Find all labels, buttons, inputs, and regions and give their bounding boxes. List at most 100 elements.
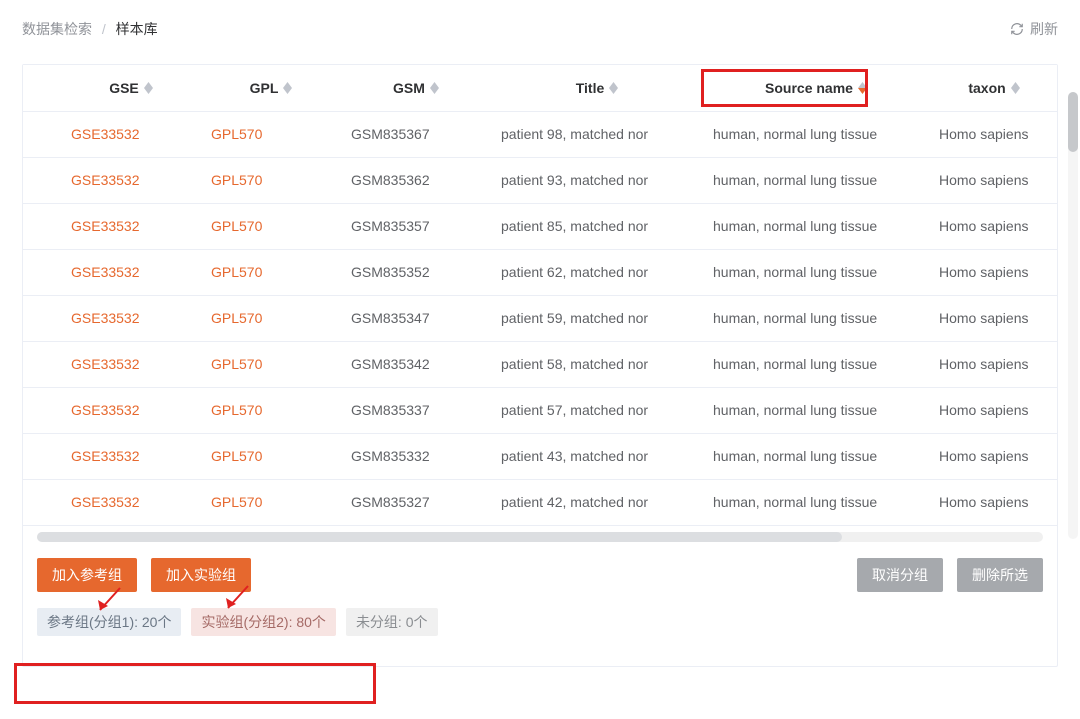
refresh-icon bbox=[1010, 22, 1024, 36]
vertical-scrollbar[interactable] bbox=[1068, 92, 1078, 539]
source-cell: human, normal lung tissue bbox=[703, 387, 929, 433]
horizontal-scrollbar-thumb[interactable] bbox=[37, 532, 842, 542]
source-cell: human, normal lung tissue bbox=[703, 203, 929, 249]
gsm-cell: GSM835332 bbox=[341, 433, 491, 479]
title-cell: patient 43, matched nor bbox=[491, 433, 703, 479]
breadcrumb-parent[interactable]: 数据集检索 bbox=[22, 21, 92, 37]
refresh-label: 刷新 bbox=[1030, 19, 1058, 39]
row-checkbox-cell[interactable] bbox=[23, 295, 61, 341]
gse-link[interactable]: GSE33532 bbox=[71, 310, 140, 326]
gse-link[interactable]: GSE33532 bbox=[71, 172, 140, 188]
gse-link[interactable]: GSE33532 bbox=[71, 218, 140, 234]
gpl-link[interactable]: GPL570 bbox=[211, 126, 262, 142]
gpl-link[interactable]: GPL570 bbox=[211, 264, 262, 280]
sort-icon bbox=[144, 82, 153, 94]
add-experiment-group-button[interactable]: 加入实验组 bbox=[151, 558, 251, 592]
taxon-cell: Homo sapiens bbox=[929, 157, 1057, 203]
source-cell: human, normal lung tissue bbox=[703, 341, 929, 387]
row-checkbox-cell[interactable] bbox=[23, 433, 61, 479]
taxon-cell: Homo sapiens bbox=[929, 111, 1057, 157]
delete-selected-button[interactable]: 删除所选 bbox=[957, 558, 1043, 592]
breadcrumb: 数据集检索 / 样本库 bbox=[22, 19, 158, 39]
gpl-link[interactable]: GPL570 bbox=[211, 402, 262, 418]
table-card: GSE GPL bbox=[22, 64, 1058, 667]
gse-link[interactable]: GSE33532 bbox=[71, 126, 140, 142]
row-checkbox-cell[interactable] bbox=[23, 387, 61, 433]
gse-link[interactable]: GSE33532 bbox=[71, 448, 140, 464]
unassigned-badge: 未分组: 0个 bbox=[346, 608, 438, 636]
gpl-link[interactable]: GPL570 bbox=[211, 310, 262, 326]
title-cell: patient 59, matched nor bbox=[491, 295, 703, 341]
data-table: GSE GPL bbox=[23, 65, 1057, 526]
gsm-cell: GSM835327 bbox=[341, 479, 491, 525]
table-row[interactable]: GSE33532 GPL570 GSM835357patient 85, match… bbox=[23, 203, 1057, 249]
title-cell: patient 58, matched nor bbox=[491, 341, 703, 387]
taxon-cell: Homo sapiens bbox=[929, 295, 1057, 341]
source-cell: human, normal lung tissue bbox=[703, 479, 929, 525]
table-row[interactable]: GSE33532GPL570GSM835337patient 57, match… bbox=[23, 387, 1057, 433]
table-row[interactable]: GSE33532 GPL570 GSM835327patient 42, match… bbox=[23, 479, 1057, 525]
column-header-gsm[interactable]: GSM bbox=[341, 65, 491, 111]
title-cell: patient 93, matched nor bbox=[491, 157, 703, 203]
gpl-link[interactable]: GPL570 bbox=[211, 172, 262, 188]
row-checkbox-cell[interactable] bbox=[23, 479, 61, 525]
row-checkbox-cell[interactable] bbox=[23, 157, 61, 203]
row-checkbox-cell[interactable] bbox=[23, 341, 61, 387]
column-header-source-label: Source name bbox=[765, 80, 853, 96]
table-row[interactable]: GSE33532 GPL570 GSM835367patient 98, match… bbox=[23, 111, 1057, 157]
gse-link[interactable]: GSE33532 bbox=[71, 402, 140, 418]
gpl-link[interactable]: GPL570 bbox=[211, 448, 262, 464]
row-checkbox-cell[interactable] bbox=[23, 249, 61, 295]
column-header-gse[interactable]: GSE bbox=[61, 65, 201, 111]
title-cell: patient 62, matched nor bbox=[491, 249, 703, 295]
table-row[interactable]: GSE33532GPL570GSM835342patient 58, match… bbox=[23, 341, 1057, 387]
gse-link[interactable]: GSE33532 bbox=[71, 264, 140, 280]
table-row[interactable]: GSE33532 GPL570 GSM835352patient 62, match… bbox=[23, 249, 1057, 295]
gpl-link[interactable]: GPL570 bbox=[211, 218, 262, 234]
source-cell: human, normal lung tissue bbox=[703, 249, 929, 295]
gsm-cell: GSM835357 bbox=[341, 203, 491, 249]
gsm-cell: GSM835367 bbox=[341, 111, 491, 157]
column-header-gsm-label: GSM bbox=[393, 80, 425, 96]
gsm-cell: GSM835362 bbox=[341, 157, 491, 203]
column-header-title-label: Title bbox=[576, 80, 605, 96]
refresh-button[interactable]: 刷新 bbox=[1010, 19, 1058, 39]
table-row[interactable]: GSE33532GPL570GSM835347patient 59, match… bbox=[23, 295, 1057, 341]
source-cell: human, normal lung tissue bbox=[703, 157, 929, 203]
row-checkbox-cell[interactable] bbox=[23, 203, 61, 249]
breadcrumb-current: 样本库 bbox=[116, 21, 158, 37]
source-cell: human, normal lung tissue bbox=[703, 433, 929, 479]
table-row[interactable]: GSE33532 GPL570 GSM835362patient 93, match… bbox=[23, 157, 1057, 203]
gpl-link[interactable]: GPL570 bbox=[211, 356, 262, 372]
source-cell: human, normal lung tissue bbox=[703, 295, 929, 341]
sort-icon bbox=[430, 82, 439, 94]
title-cell: patient 85, matched nor bbox=[491, 203, 703, 249]
breadcrumb-separator: / bbox=[102, 21, 106, 37]
gse-link[interactable]: GSE33532 bbox=[71, 494, 140, 510]
title-cell: patient 98, matched nor bbox=[491, 111, 703, 157]
taxon-cell: Homo sapiens bbox=[929, 433, 1057, 479]
horizontal-scrollbar[interactable] bbox=[37, 532, 1043, 542]
sort-icon-active bbox=[858, 82, 867, 94]
taxon-cell: Homo sapiens bbox=[929, 203, 1057, 249]
sort-icon bbox=[1011, 82, 1020, 94]
column-header-title[interactable]: Title bbox=[491, 65, 703, 111]
sort-icon bbox=[609, 82, 618, 94]
column-header-gpl[interactable]: GPL bbox=[201, 65, 341, 111]
column-header-taxon[interactable]: taxon bbox=[929, 65, 1057, 111]
column-header-gpl-label: GPL bbox=[250, 80, 279, 96]
source-cell: human, normal lung tissue bbox=[703, 111, 929, 157]
add-reference-group-button[interactable]: 加入参考组 bbox=[37, 558, 137, 592]
vertical-scrollbar-thumb[interactable] bbox=[1068, 92, 1078, 152]
taxon-cell: Homo sapiens bbox=[929, 249, 1057, 295]
column-header-checkbox[interactable] bbox=[23, 65, 61, 111]
gsm-cell: GSM835352 bbox=[341, 249, 491, 295]
gpl-link[interactable]: GPL570 bbox=[211, 494, 262, 510]
title-cell: patient 42, matched nor bbox=[491, 479, 703, 525]
cancel-group-button[interactable]: 取消分组 bbox=[857, 558, 943, 592]
gse-link[interactable]: GSE33532 bbox=[71, 356, 140, 372]
column-header-source[interactable]: Source name bbox=[703, 65, 929, 111]
experiment-group-badge: 实验组(分组2): 80个 bbox=[191, 608, 335, 636]
table-row[interactable]: GSE33532 GPL570 GSM835332patient 43, match… bbox=[23, 433, 1057, 479]
row-checkbox-cell[interactable] bbox=[23, 111, 61, 157]
